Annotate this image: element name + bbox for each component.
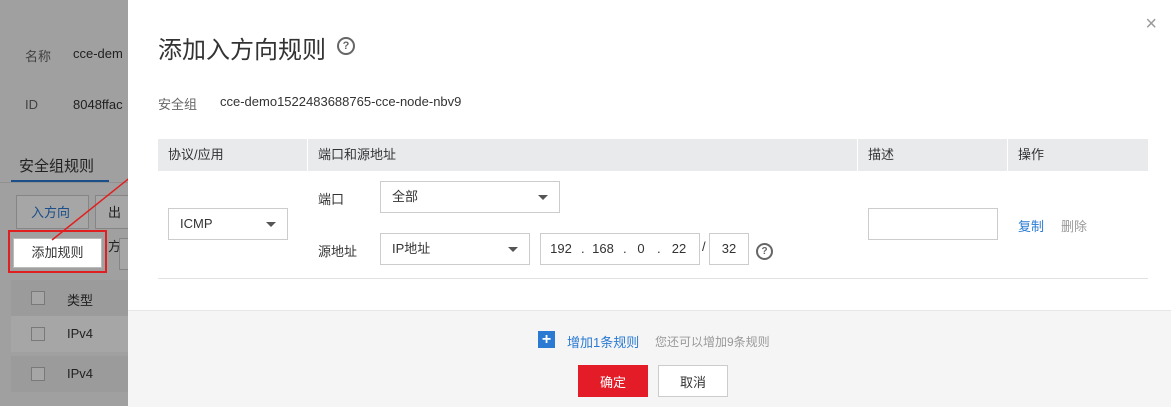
close-icon[interactable]: × [1145, 14, 1157, 34]
help-icon[interactable]: ? [337, 37, 355, 55]
dialog-footer: + 增加1条规则 您还可以增加9条规则 确定 取消 [128, 310, 1171, 407]
chevron-down-icon [538, 195, 548, 200]
help-icon[interactable]: ? [756, 243, 773, 260]
source-ip-input[interactable]: 192 . 168 . 0 . 22 [540, 233, 700, 265]
rule-table-header: 协议/应用 端口和源地址 描述 操作 [158, 139, 1148, 171]
column-action: 操作 [1018, 147, 1045, 162]
prefix-separator: / [702, 239, 706, 254]
ip-octet[interactable]: 0 [629, 234, 653, 264]
ip-octet[interactable]: 22 [663, 234, 695, 264]
ip-dot: . [657, 241, 661, 256]
ip-dot: . [623, 241, 627, 256]
ip-dot: . [581, 241, 585, 256]
delete-rule-link[interactable]: 删除 [1061, 216, 1087, 235]
add-inbound-rule-dialog: × 添加入方向规则 ? 安全组 cce-demo1522483688765-cc… [128, 0, 1171, 407]
ip-octet[interactable]: 192 [545, 234, 577, 264]
add-rule-link[interactable]: 增加1条规则 [567, 332, 639, 351]
column-protocol: 协议/应用 [168, 147, 224, 162]
port-label: 端口 [318, 192, 345, 207]
confirm-button[interactable]: 确定 [578, 365, 648, 397]
description-input[interactable] [868, 208, 998, 240]
source-label: 源地址 [318, 244, 358, 259]
prefix-input[interactable]: 32 [709, 233, 749, 265]
remaining-rules-hint: 您还可以增加9条规则 [655, 335, 770, 349]
security-group-value: cce-demo1522483688765-cce-node-nbv9 [220, 94, 462, 109]
protocol-select-value: ICMP [180, 216, 213, 231]
chevron-down-icon [266, 222, 276, 227]
ip-octet[interactable]: 168 [587, 234, 619, 264]
add-icon[interactable]: + [538, 331, 555, 348]
copy-rule-link[interactable]: 复制 [1018, 216, 1044, 235]
cancel-button[interactable]: 取消 [658, 365, 728, 397]
column-port-source: 端口和源地址 [318, 147, 397, 162]
column-description: 描述 [868, 147, 895, 162]
protocol-select[interactable]: ICMP [168, 208, 288, 240]
port-select-value: 全部 [392, 189, 419, 204]
security-group-label: 安全组 [158, 97, 198, 112]
dialog-title: 添加入方向规则 [158, 37, 326, 64]
row-divider [158, 278, 1148, 279]
source-type-select[interactable]: IP地址 [380, 233, 530, 265]
chevron-down-icon [508, 247, 518, 252]
port-select[interactable]: 全部 [380, 181, 560, 213]
annotation-highlight-box [8, 230, 107, 273]
source-type-value: IP地址 [392, 241, 431, 256]
